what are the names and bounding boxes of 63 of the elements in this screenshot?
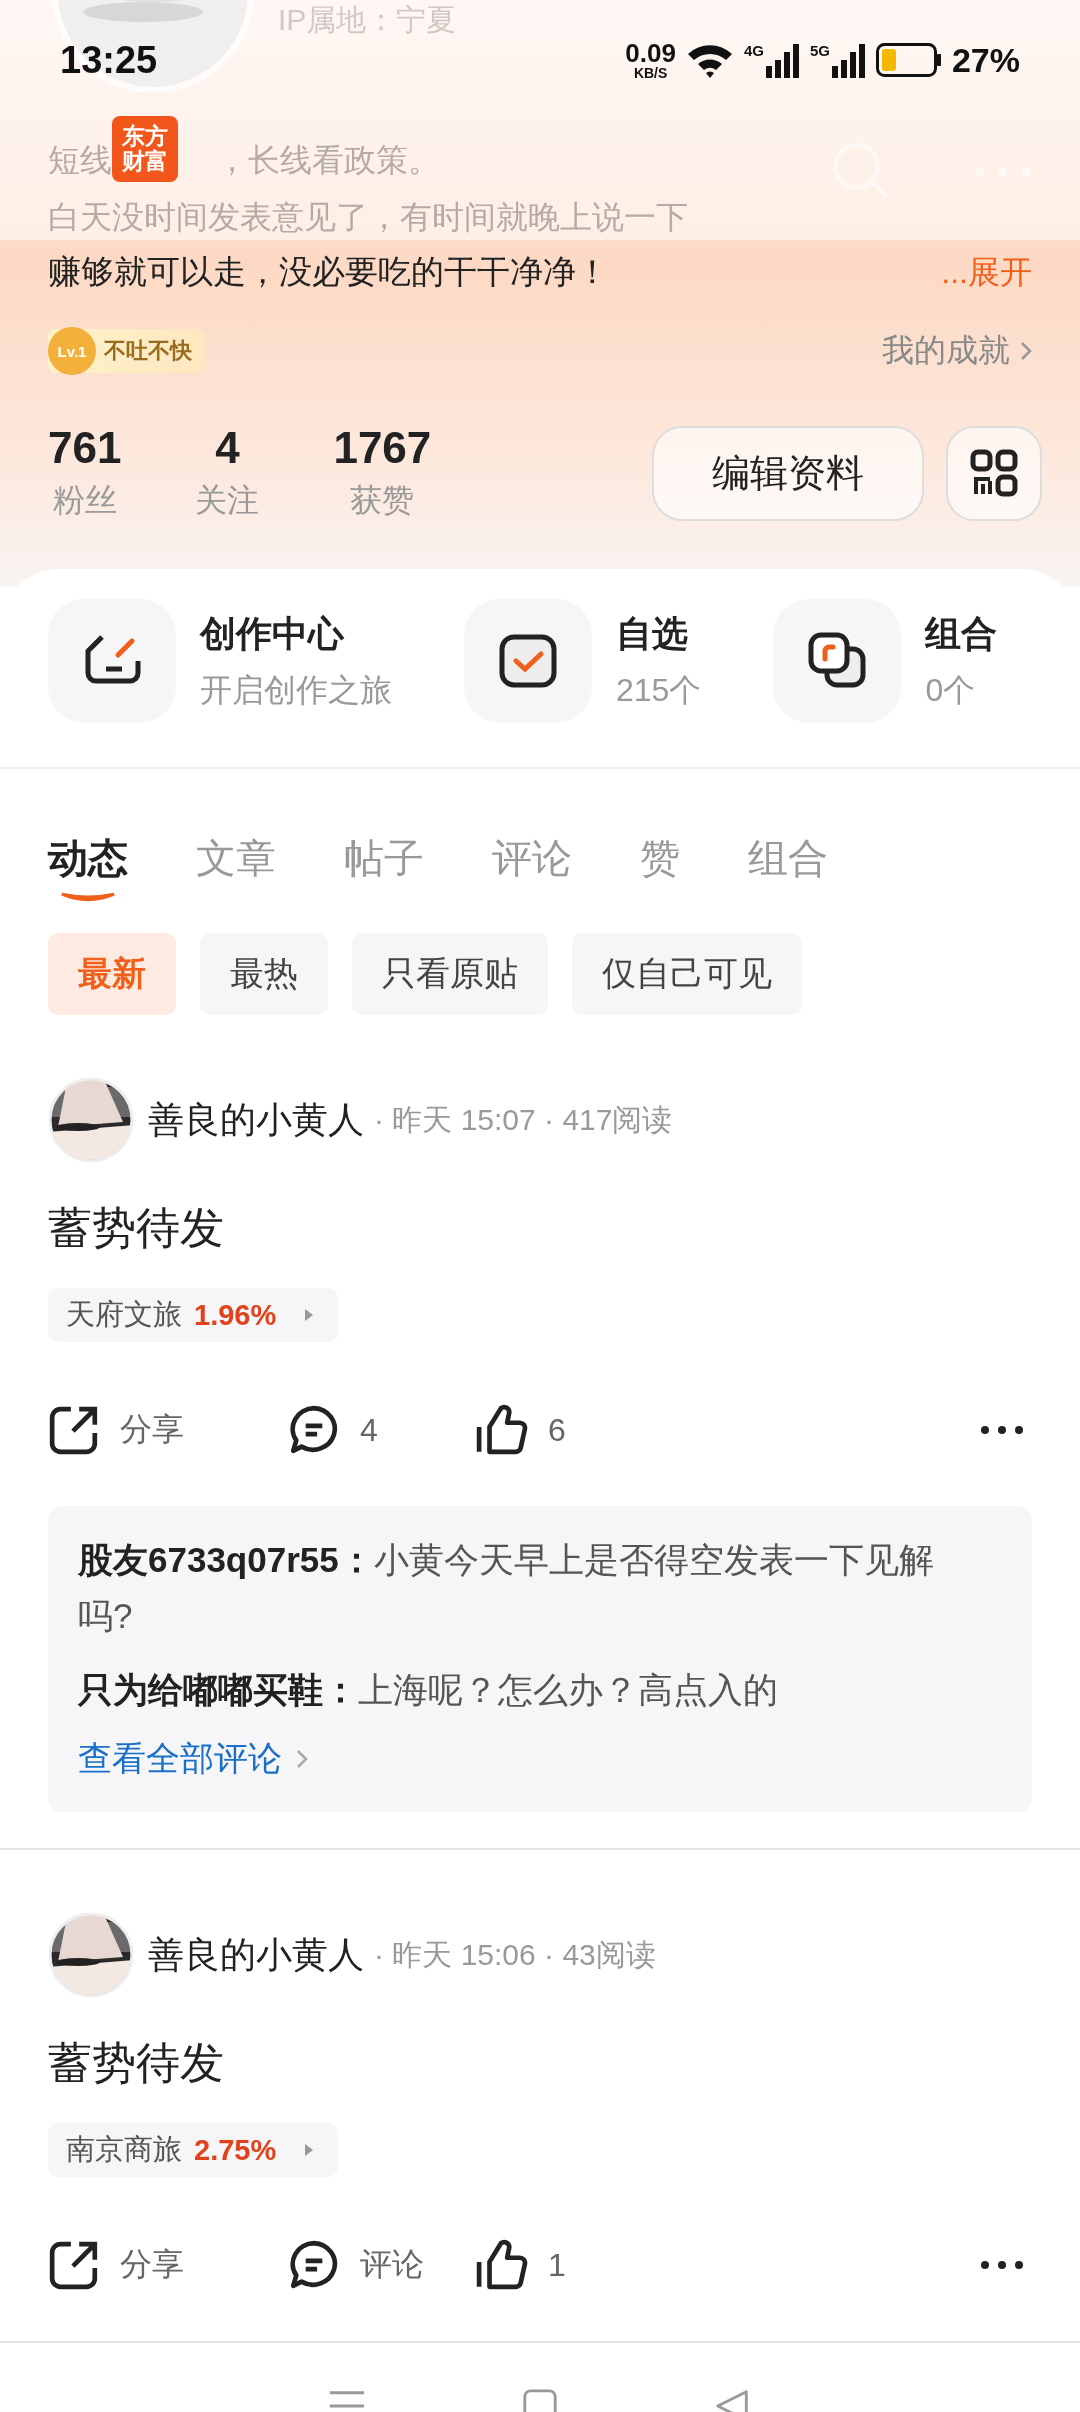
- qr-code-icon[interactable]: [970, 449, 1018, 497]
- comment-text: 只为给嘟嘟买鞋：上海呢？怎么办？高点入的: [78, 1669, 779, 1711]
- network-speed: 0.09: [625, 40, 676, 66]
- thumbs-up-icon[interactable]: [476, 1404, 528, 1456]
- thumbs-up-icon[interactable]: [476, 2239, 528, 2291]
- shortcut-subtitle: 开启创作之旅: [200, 670, 392, 710]
- network-type: 4G: [743, 42, 764, 59]
- edit-profile-button[interactable]: 编辑资料: [652, 425, 924, 521]
- network-speed-unit: KB/S: [633, 66, 668, 80]
- comment-text: 股友6733q07r55：小黄今天早上是否得空发表一下见解吗?: [78, 1539, 935, 1637]
- like-count[interactable]: 6: [548, 1411, 566, 1449]
- comment-icon[interactable]: [288, 1404, 340, 1456]
- tab-indicator: [60, 890, 116, 904]
- filter-chip[interactable]: 只看原贴: [352, 933, 548, 1015]
- filter-chip[interactable]: 仅自己可见: [572, 933, 802, 1015]
- shortcut-title[interactable]: 创作中心: [200, 609, 392, 659]
- stock-tag[interactable]: 天府文旅 1.96%: [48, 1288, 339, 1342]
- shortcut-subtitle: 0个: [925, 670, 977, 710]
- stat-value[interactable]: 4: [215, 423, 240, 473]
- signal-icon: [765, 42, 800, 78]
- stock-tag[interactable]: 南京商旅 2.75%: [48, 2123, 339, 2177]
- network-type: 5G: [809, 42, 830, 59]
- app-logo: 东方 财富: [112, 116, 178, 182]
- checkbox-icon[interactable]: [464, 599, 592, 723]
- edit-icon[interactable]: [48, 599, 176, 723]
- share-icon[interactable]: [48, 2239, 100, 2291]
- stat-value[interactable]: 761: [48, 423, 122, 473]
- level-medal: Lv.1: [48, 327, 96, 375]
- shortcut-title[interactable]: 自选: [616, 609, 702, 659]
- more-icon[interactable]: [980, 1425, 1024, 1435]
- filter-chip[interactable]: 最热: [200, 933, 328, 1015]
- post-meta: · 昨天 15:06 · 43阅读: [374, 1936, 656, 1973]
- level-badge[interactable]: Lv.1 不吐不快: [48, 329, 206, 373]
- battery-icon: [875, 43, 942, 77]
- comment-count[interactable]: 4: [360, 1411, 378, 1449]
- view-all-comments-link[interactable]: 查看全部评论: [78, 1736, 282, 1782]
- stat-value[interactable]: 1767: [333, 423, 432, 473]
- share-icon[interactable]: [48, 1404, 100, 1456]
- play-arrow-icon[interactable]: [304, 1308, 315, 1322]
- shortcut-title[interactable]: 组合: [925, 609, 998, 659]
- like-count[interactable]: 1: [548, 2246, 566, 2284]
- author-name[interactable]: 善良的小黄人: [148, 1930, 364, 1980]
- bio-text: 赚够就可以走，没必要吃的干干净净！: [48, 252, 609, 292]
- play-arrow-icon[interactable]: [304, 2143, 315, 2157]
- post-title[interactable]: 蓄势待发: [48, 1199, 1032, 1258]
- status-time: 13:25: [60, 38, 158, 82]
- post-meta: · 昨天 15:07 · 417阅读: [374, 1101, 673, 1138]
- share-label[interactable]: 分享: [120, 1408, 184, 1452]
- share-label[interactable]: 分享: [120, 2243, 184, 2287]
- comment-icon[interactable]: [288, 2239, 340, 2291]
- qr-code-button[interactable]: [946, 425, 1042, 521]
- bio-text: 白天没时间发表意见了，有时间就晚上说一下: [48, 198, 689, 237]
- battery-percent: 27%: [951, 40, 1020, 80]
- bio-text: ，长线看政策。: [216, 141, 440, 180]
- comment-count[interactable]: 评论: [360, 2243, 424, 2287]
- tab[interactable]: 动态: [48, 831, 128, 886]
- author-name[interactable]: 善良的小黄人: [148, 1095, 364, 1145]
- layers-icon[interactable]: [773, 599, 902, 723]
- more-icon[interactable]: [980, 2260, 1024, 2270]
- signal-icon: [831, 42, 866, 78]
- post-title[interactable]: 蓄势待发: [48, 2034, 1032, 2093]
- shortcut-subtitle: 215个: [616, 670, 702, 710]
- bio-text: 短线: [48, 141, 112, 180]
